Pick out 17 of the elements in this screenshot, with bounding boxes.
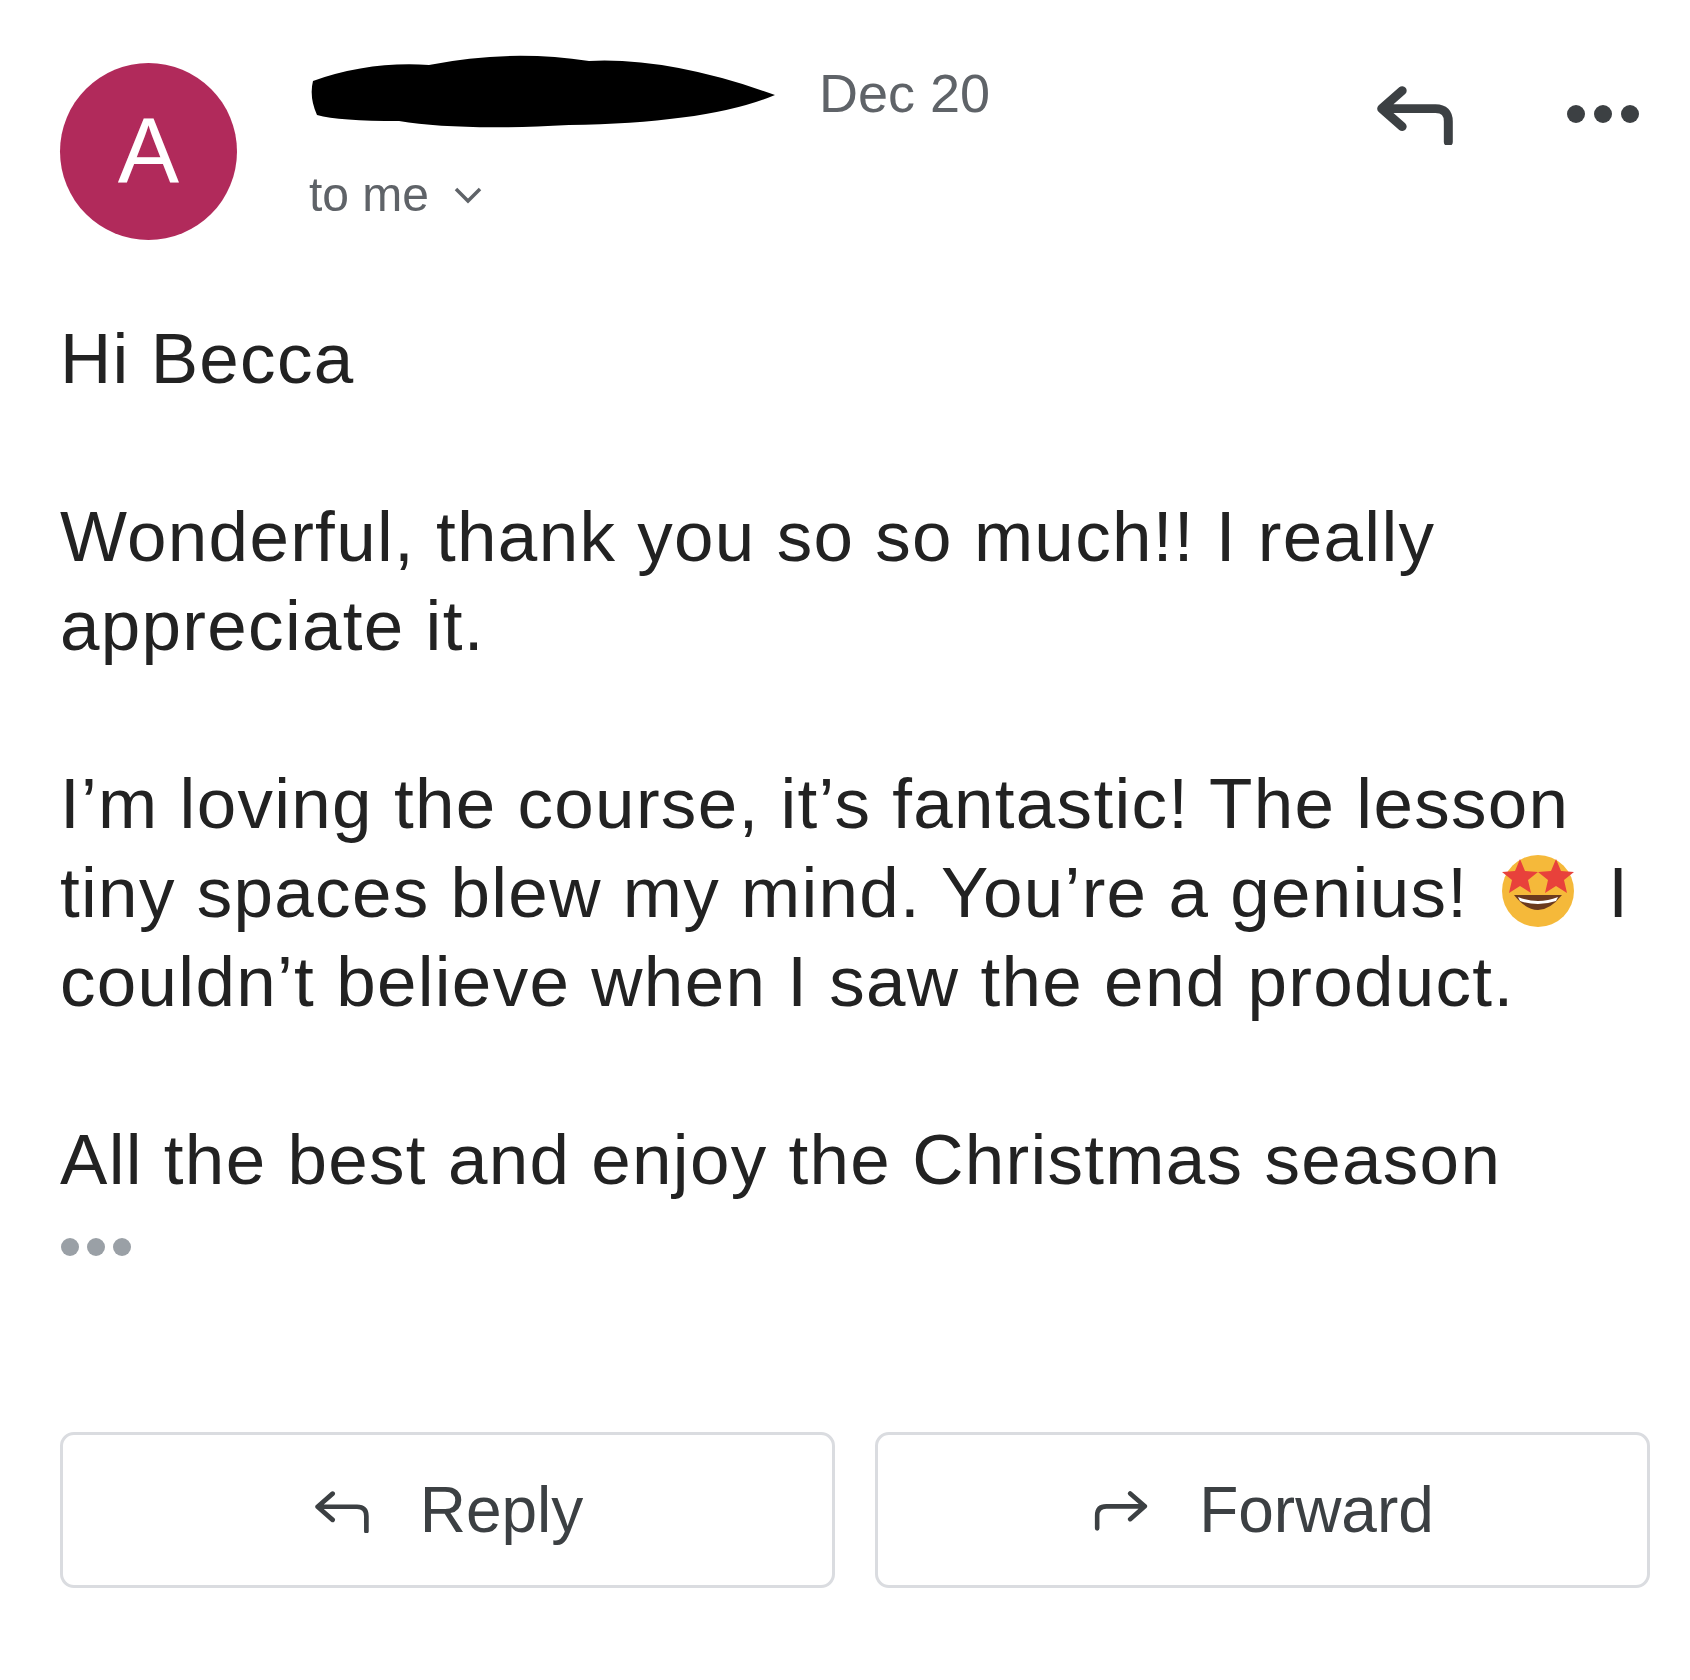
more-options-icon[interactable] [1566, 103, 1640, 124]
message-text: tiny spaces blew my mind. You’re a genius! [60, 853, 1469, 932]
forward-button[interactable]: Forward [875, 1432, 1650, 1588]
greeting-text: Hi Becca [60, 319, 355, 398]
chevron-down-icon[interactable] [453, 185, 484, 204]
trimmed-content-icon[interactable] [60, 1237, 132, 1257]
sender-avatar: A [60, 63, 237, 240]
message-text: appreciate it. [60, 586, 485, 665]
message-text: couldn’t believe when I saw the end product. [60, 942, 1515, 1021]
email-date: Dec 20 [819, 62, 991, 124]
message-text: I [1608, 853, 1630, 932]
message-text: I’m loving the course, it’s fantastic! The lesson [60, 764, 1570, 843]
reply-icon[interactable] [1374, 83, 1456, 145]
message-text: Wonderful, thank you so so much!! I really [60, 497, 1436, 576]
reply-button[interactable]: Reply [60, 1432, 835, 1588]
message-text: All the best and enjoy the Christmas season [60, 1120, 1502, 1199]
recipient-label[interactable]: to me [309, 167, 430, 222]
